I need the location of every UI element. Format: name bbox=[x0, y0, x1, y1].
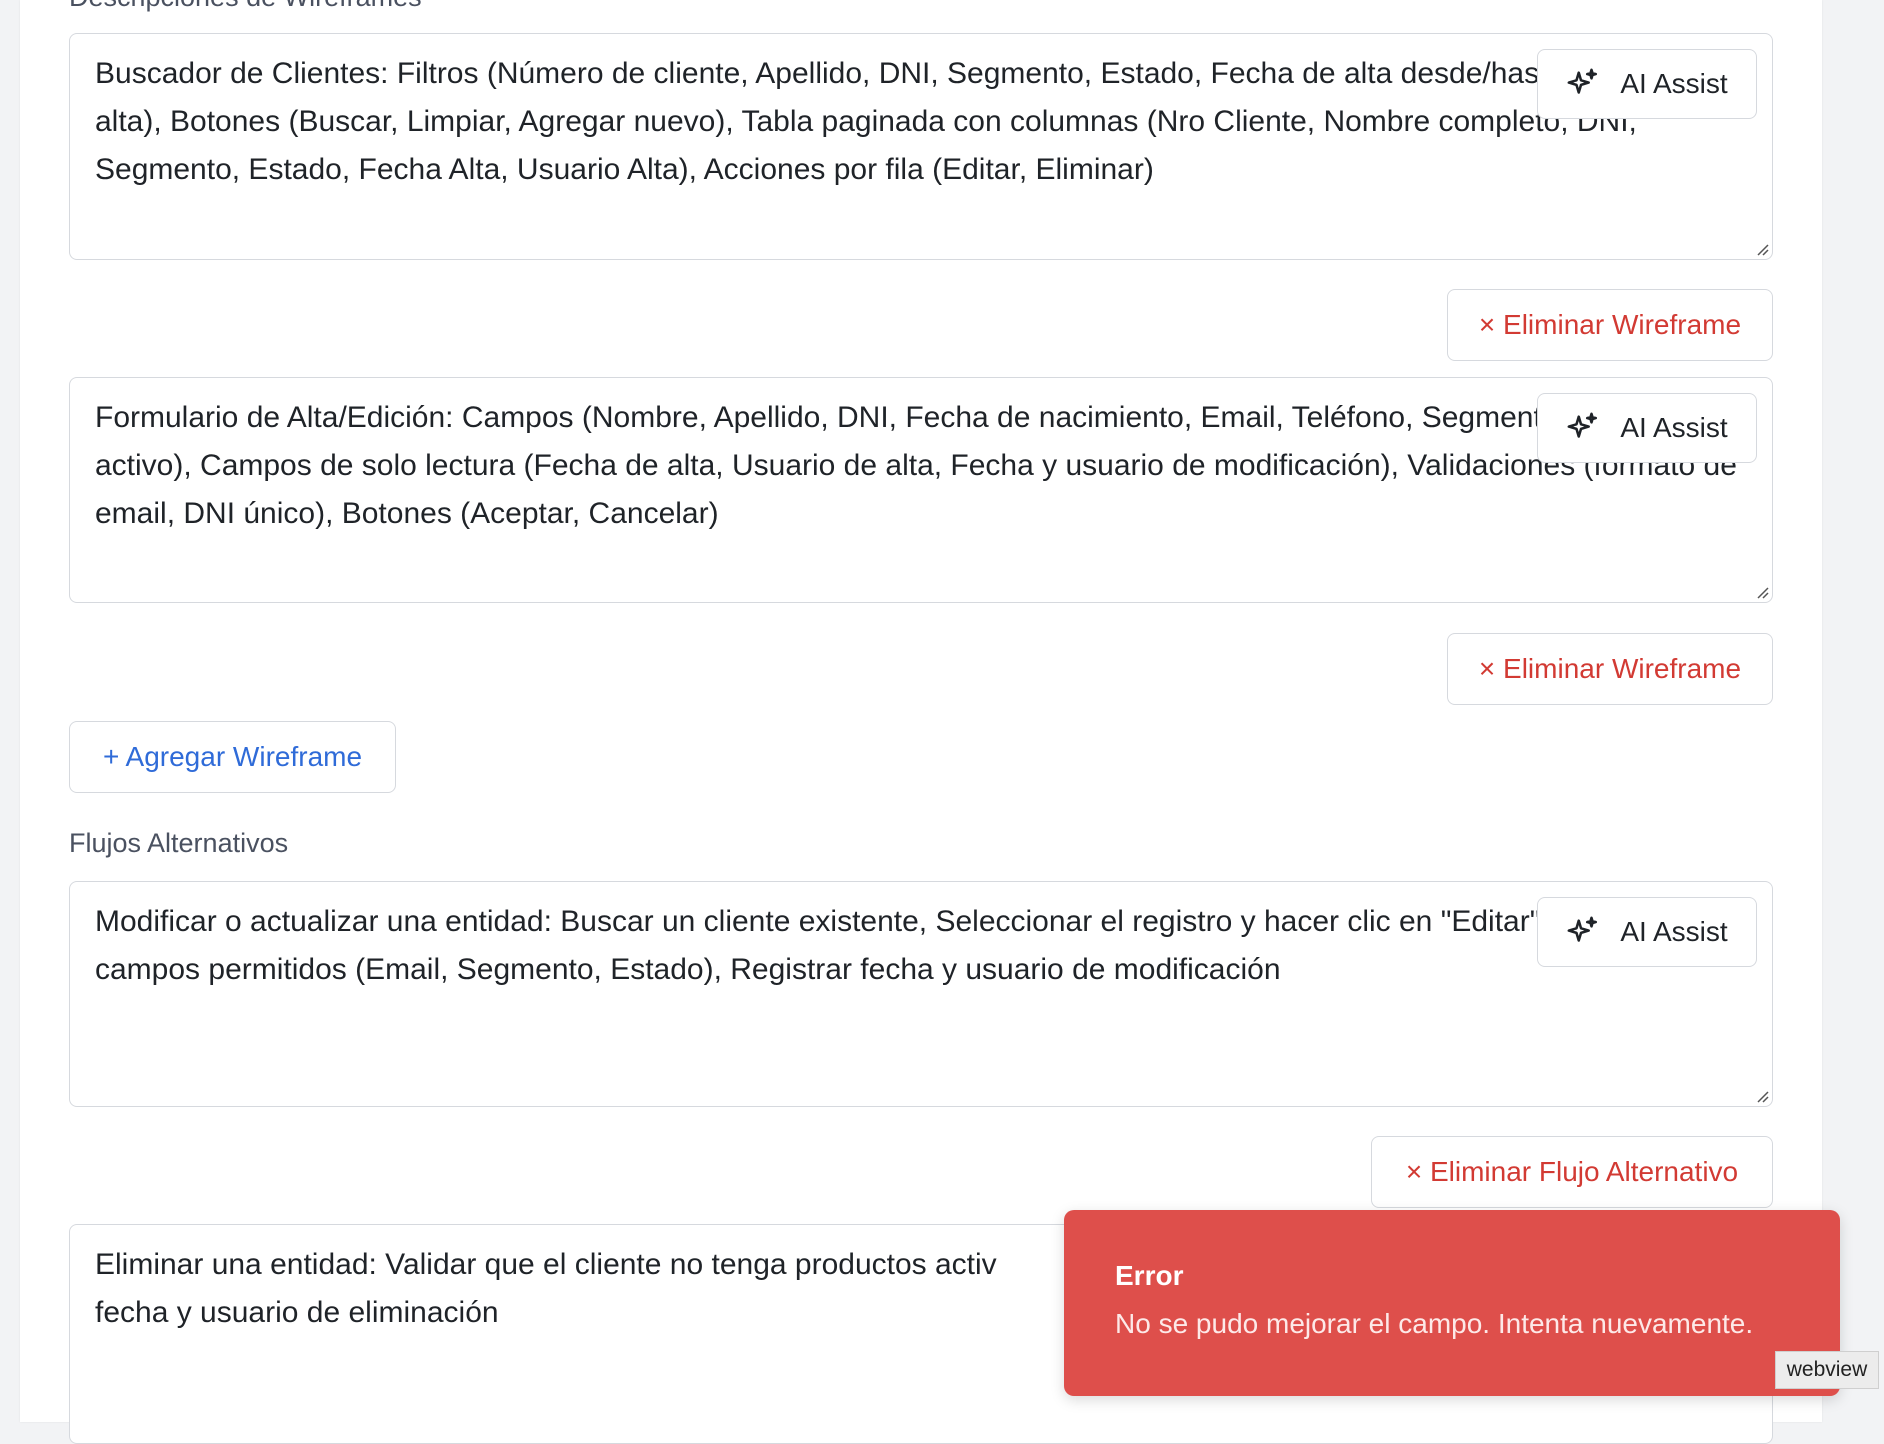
remove-wireframe-button[interactable]: × Eliminar Wireframe bbox=[1447, 633, 1773, 705]
add-wireframe-button[interactable]: + Agregar Wireframe bbox=[69, 721, 396, 793]
wireframe-text-1[interactable]: Buscador de Clientes: Filtros (Número de… bbox=[95, 50, 1772, 259]
ai-assist-button[interactable]: AI Assist bbox=[1537, 897, 1757, 967]
wireframe-textarea-2[interactable]: Formulario de Alta/Edición: Campos (Nomb… bbox=[69, 377, 1773, 603]
resize-handle-icon[interactable] bbox=[1754, 1088, 1770, 1104]
ai-assist-label: AI Assist bbox=[1620, 916, 1728, 947]
ai-assist-label: AI Assist bbox=[1620, 68, 1728, 99]
error-toast: Error No se pudo mejorar el campo. Inten… bbox=[1064, 1210, 1840, 1396]
resize-handle-icon[interactable] bbox=[1754, 584, 1770, 600]
wireframe-text-2[interactable]: Formulario de Alta/Edición: Campos (Nomb… bbox=[95, 394, 1772, 602]
sparkles-icon bbox=[1567, 916, 1598, 942]
toast-title: Error bbox=[1115, 1260, 1184, 1291]
webview-tag: webview bbox=[1775, 1351, 1879, 1389]
wireframe-textarea-1[interactable]: Buscador de Clientes: Filtros (Número de… bbox=[69, 33, 1773, 260]
ai-assist-button[interactable]: AI Assist bbox=[1537, 393, 1757, 463]
flujos-section-label: Flujos Alternativos bbox=[69, 828, 289, 858]
flujo-text-1[interactable]: Modificar o actualizar una entidad: Busc… bbox=[95, 898, 1772, 1106]
sparkles-icon bbox=[1567, 412, 1598, 438]
resize-handle-icon[interactable] bbox=[1754, 241, 1770, 257]
wireframes-section-label: Descripciones de Wireframes bbox=[69, 0, 422, 13]
ai-assist-label: AI Assist bbox=[1620, 412, 1728, 443]
ai-assist-button[interactable]: AI Assist bbox=[1537, 49, 1757, 119]
sparkles-icon bbox=[1567, 68, 1598, 94]
remove-wireframe-button[interactable]: × Eliminar Wireframe bbox=[1447, 289, 1773, 361]
remove-flujo-button[interactable]: × Eliminar Flujo Alternativo bbox=[1371, 1136, 1773, 1208]
flujo-textarea-1[interactable]: Modificar o actualizar una entidad: Busc… bbox=[69, 881, 1773, 1107]
toast-message: No se pudo mejorar el campo. Intenta nue… bbox=[1115, 1308, 1754, 1339]
